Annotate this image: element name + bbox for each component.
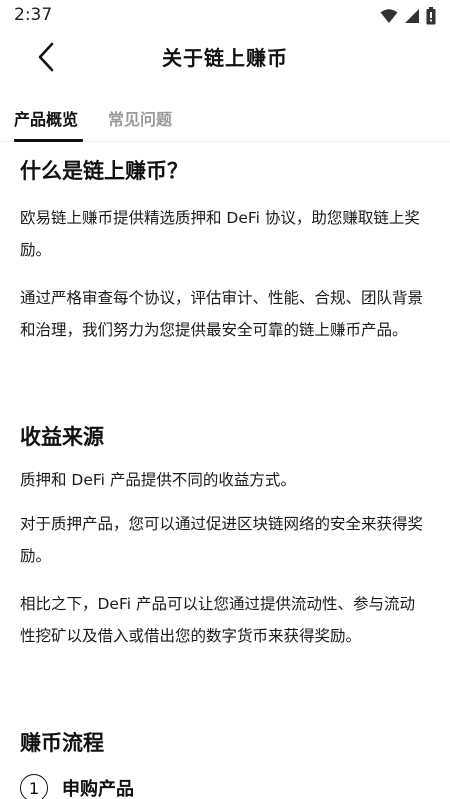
- step-item: 1 申购产品: [20, 774, 134, 799]
- paragraph: 欧易链上赚币提供精选质押和 DeFi 协议，助您赚取链上奖励。: [20, 209, 420, 259]
- wifi-icon: [380, 8, 398, 28]
- tab-faq[interactable]: 常见问题: [108, 106, 172, 130]
- section-title-flow: 赚币流程: [20, 731, 104, 755]
- section-title-yield: 收益来源: [20, 425, 104, 449]
- tab-bar: 产品概览 常见问题: [0, 100, 450, 142]
- paragraph: 对于质押产品，您可以通过促进区块链网络的安全来获得奖励。: [20, 515, 424, 565]
- paragraph: 通过严格审查每个协议，评估审计、性能、合规、团队背景和治理，我们努力为您提供最安…: [20, 289, 424, 339]
- step-label: 申购产品: [62, 779, 134, 799]
- signal-icon: [404, 8, 420, 28]
- tab-overview[interactable]: 产品概览: [14, 106, 78, 130]
- status-icons: [380, 7, 436, 29]
- app-header: 关于链上赚币: [0, 32, 450, 82]
- section-title-what: 什么是链上赚币？: [20, 159, 188, 183]
- active-tab-indicator: [14, 139, 83, 142]
- paragraph: 质押和 DeFi 产品提供不同的收益方式。: [20, 471, 296, 489]
- step-number: 1: [20, 774, 48, 799]
- battery-icon: [426, 7, 436, 29]
- status-bar: 2:37: [0, 0, 450, 32]
- paragraph: 相比之下，DeFi 产品可以让您通过提供流动性、参与流动性挖矿以及借入或借出您的…: [20, 595, 415, 645]
- page-title: 关于链上赚币: [162, 46, 288, 70]
- status-time: 2:37: [14, 5, 53, 25]
